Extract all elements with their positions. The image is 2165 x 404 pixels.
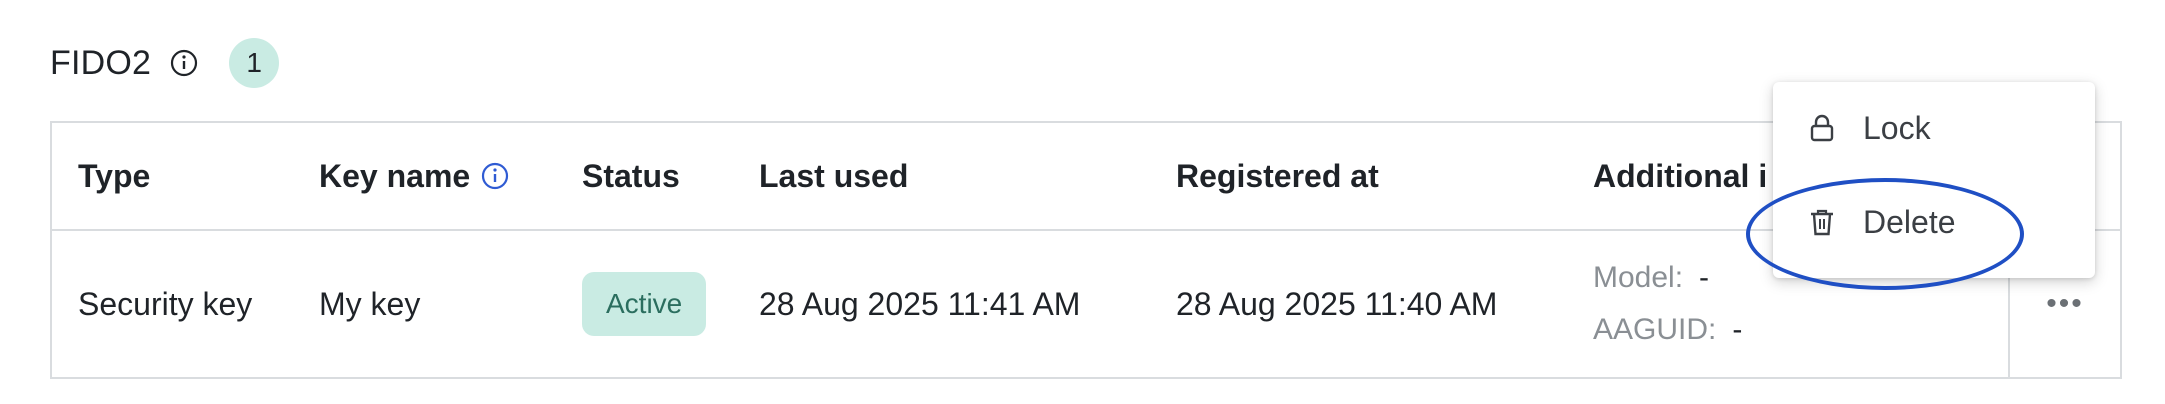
- menu-item-lock-label: Lock: [1863, 109, 1931, 146]
- count-badge: 1: [229, 38, 280, 88]
- column-header-key-name: Key name: [319, 123, 510, 229]
- status-badge: Active: [582, 272, 707, 336]
- trash-icon: [1805, 205, 1839, 239]
- aaguid-line: AAGUID: -: [1593, 304, 1742, 356]
- more-horizontal-icon[interactable]: •••: [2046, 287, 2084, 321]
- menu-item-lock[interactable]: Lock: [1773, 88, 2095, 168]
- lock-icon: [1805, 111, 1839, 145]
- cell-last-used: 28 Aug 2025 11:41 AM: [759, 285, 1081, 322]
- aaguid-label: AAGUID:: [1593, 313, 1717, 346]
- menu-item-delete-label: Delete: [1863, 203, 1956, 240]
- section-title: FIDO2: [50, 43, 152, 82]
- column-header-key-name-label: Key name: [319, 157, 471, 194]
- column-header-status: Status: [582, 157, 680, 194]
- menu-item-delete[interactable]: Delete: [1773, 182, 2095, 262]
- section-header: FIDO2 1: [50, 38, 280, 88]
- row-actions-menu: Lock Delete: [1773, 82, 2095, 278]
- model-value: -: [1699, 261, 1710, 294]
- info-icon[interactable]: [169, 48, 199, 78]
- info-icon[interactable]: [480, 161, 510, 191]
- column-header-last-used: Last used: [759, 157, 909, 194]
- column-header-additional-info: Additional i: [1593, 157, 1768, 194]
- cell-status: Active: [582, 231, 707, 377]
- cell-type: Security key: [78, 285, 253, 322]
- column-header-registered-at: Registered at: [1176, 157, 1379, 194]
- column-header-type: Type: [78, 157, 151, 194]
- model-line: Model: -: [1593, 252, 1709, 304]
- cell-key-name: My key: [319, 285, 421, 322]
- aaguid-value: -: [1732, 313, 1743, 346]
- cell-registered-at: 28 Aug 2025 11:40 AM: [1176, 285, 1498, 322]
- model-label: Model:: [1593, 261, 1684, 294]
- cell-additional-info: Model: - AAGUID: -: [1593, 231, 1742, 377]
